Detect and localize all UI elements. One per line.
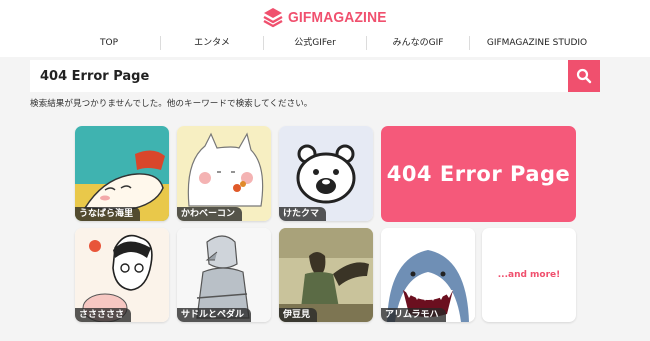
logo[interactable]: GIFMAGAZINE xyxy=(262,6,395,28)
gifer-card[interactable]: けたクマ xyxy=(279,126,373,221)
gifer-name-label: アリムラモハ xyxy=(381,308,446,322)
nav-item-everyone-gif[interactable]: みんなのGIF xyxy=(367,34,469,52)
nav-bar: TOP エンタメ 公式GIFer みんなのGIF GIFMAGAZINE STU… xyxy=(58,34,618,52)
search-button[interactable] xyxy=(568,60,600,92)
search-bar xyxy=(30,60,600,92)
and-more-card[interactable]: ...and more! xyxy=(482,228,576,322)
and-more-text: ...and more! xyxy=(497,270,561,280)
search-term-card[interactable]: 404 Error Page xyxy=(381,126,576,222)
search-icon xyxy=(576,68,592,84)
nav-item-top[interactable]: TOP xyxy=(58,34,160,52)
no-results-message: 検索結果が見つかりませんでした。他のキーワードで検索してください。 xyxy=(30,99,313,109)
gifer-name-label: かわベーコン xyxy=(177,207,243,221)
gifer-card[interactable]: アリムラモハ xyxy=(381,228,475,322)
header: GIFMAGAZINE TOP エンタメ 公式GIFer みんなのGIF GIF… xyxy=(0,0,650,57)
logo-text: GIFMAGAZINE xyxy=(288,8,387,26)
nav-item-studio[interactable]: GIFMAGAZINE STUDIO xyxy=(470,34,604,52)
logo-icon xyxy=(263,8,283,28)
gifer-name-label: さささささ xyxy=(75,308,132,322)
gifer-card[interactable]: うなばら海里 xyxy=(75,126,169,221)
nav-item-official-gifer[interactable]: 公式GIFer xyxy=(264,34,366,52)
gifer-name-label: うなばら海里 xyxy=(75,207,141,221)
gifer-name-label: サドルとペダル xyxy=(177,308,252,322)
nav-item-entame[interactable]: エンタメ xyxy=(161,34,263,52)
search-term-text: 404 Error Page xyxy=(386,162,571,186)
search-input[interactable] xyxy=(30,60,568,92)
gifer-card[interactable]: サドルとペダル xyxy=(177,228,271,322)
gifer-card[interactable]: 伊豆見 xyxy=(279,228,373,322)
gifer-card[interactable]: さささささ xyxy=(75,228,169,322)
gifer-name-label: 伊豆見 xyxy=(279,308,318,322)
gifer-name-label: けたクマ xyxy=(279,207,327,221)
gifer-card[interactable]: かわベーコン xyxy=(177,126,271,221)
